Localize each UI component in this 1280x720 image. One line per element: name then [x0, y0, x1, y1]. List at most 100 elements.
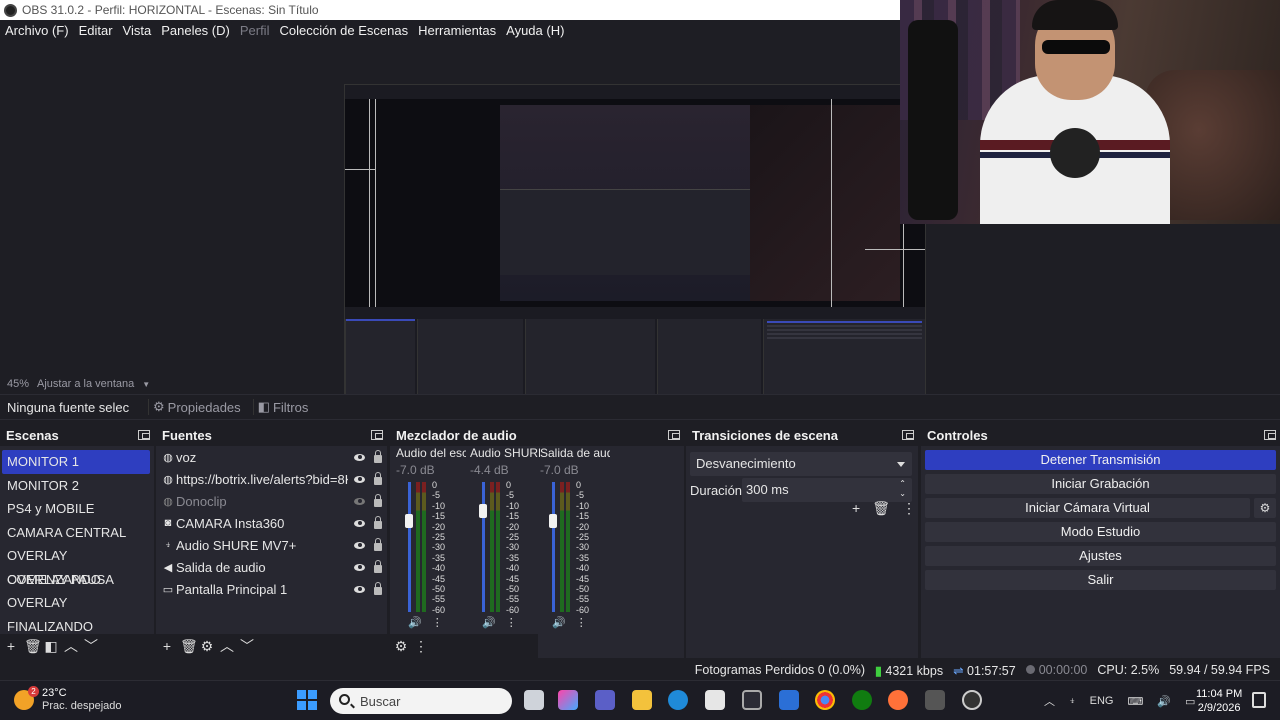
add-icon[interactable]: +	[4, 639, 18, 653]
scene-item-monitor-2[interactable]: MONITOR 2	[0, 474, 154, 498]
app-icon[interactable]	[925, 690, 945, 710]
obs-taskbar-icon[interactable]	[962, 690, 982, 710]
spin-arrows-icon[interactable]: ⌃ ⌄	[899, 479, 906, 499]
store-icon[interactable]	[705, 690, 725, 710]
eye-icon[interactable]	[354, 563, 365, 571]
more-icon[interactable]: ⋮	[432, 616, 443, 629]
source-item[interactable]: ◀ Salida de audio	[156, 556, 387, 578]
trash-icon[interactable]: 🗑	[180, 639, 198, 653]
add-icon[interactable]: +	[160, 639, 174, 653]
menu-paneles[interactable]: Paneles (D)	[161, 23, 230, 38]
preview-canvas[interactable]	[344, 84, 926, 411]
lock-icon[interactable]	[374, 560, 382, 573]
studio-mode-button[interactable]: Modo Estudio	[925, 522, 1276, 542]
source-item[interactable]: ◍ voz	[156, 446, 387, 468]
menu-ayuda[interactable]: Ayuda (H)	[506, 23, 564, 38]
network-icon[interactable]: ⌨	[1127, 695, 1143, 708]
lock-icon[interactable]	[374, 516, 382, 529]
lock-icon[interactable]	[374, 582, 382, 595]
scene-item-overlay-pausa[interactable]: OVERLAY PAUSA	[0, 568, 154, 592]
trash-icon[interactable]: 🗑	[24, 639, 42, 653]
chevron-down-icon[interactable]: ﹀	[240, 639, 254, 653]
volume-knob[interactable]	[549, 514, 557, 528]
volume-slider[interactable]	[552, 482, 555, 612]
properties-button[interactable]: ⚙ Propiedades	[148, 399, 245, 415]
chevron-down-icon[interactable]: ﹀	[84, 639, 98, 653]
filters-button[interactable]: ◧ Filtros	[252, 399, 313, 415]
volume-slider[interactable]	[408, 482, 411, 612]
undock-icon[interactable]	[668, 430, 680, 440]
source-item[interactable]: ▭ Pantalla Principal 1	[156, 578, 387, 600]
battery-icon[interactable]: ▭	[1185, 695, 1195, 708]
menu-perfil[interactable]: Perfil	[240, 23, 270, 38]
volume-knob[interactable]	[405, 514, 413, 528]
scene-item-ps4-mobile[interactable]: PS4 y MOBILE	[0, 497, 154, 521]
exit-button[interactable]: Salir	[925, 570, 1276, 590]
start-virtual-camera-button[interactable]: Iniciar Cámara Virtual	[925, 498, 1250, 518]
edge-icon[interactable]	[668, 690, 688, 710]
scene-item-overlay-comenzando[interactable]: OVERLAY COMENZANDO	[0, 544, 154, 587]
chevron-up-icon[interactable]: ︿	[64, 639, 78, 653]
undock-icon[interactable]	[138, 430, 150, 440]
more-icon[interactable]: ⋮	[576, 616, 587, 629]
more-icon[interactable]: ⋮	[506, 616, 517, 629]
task-view-icon[interactable]	[524, 690, 544, 710]
filter-icon[interactable]: ◧	[44, 639, 58, 653]
eye-icon[interactable]	[354, 585, 365, 593]
eye-icon[interactable]	[354, 453, 365, 461]
source-item[interactable]: ◙ CAMARA Insta360	[156, 512, 387, 534]
trash-icon[interactable]: 🗑	[872, 500, 890, 517]
app-icon[interactable]	[742, 690, 762, 710]
lock-icon[interactable]	[374, 494, 382, 507]
stop-stream-button[interactable]: Detener Transmisión	[925, 450, 1276, 470]
undock-icon[interactable]	[902, 430, 914, 440]
app-icon[interactable]	[779, 690, 799, 710]
source-item[interactable]: ⍖ Audio SHURE MV7+	[156, 534, 387, 556]
lock-icon[interactable]	[374, 450, 382, 463]
volume-icon[interactable]: 🔊	[1157, 695, 1171, 708]
start-recording-button[interactable]: Iniciar Grabación	[925, 474, 1276, 494]
lock-icon[interactable]	[374, 538, 382, 551]
weather-widget[interactable]: 2 23°C Prac. despejado	[14, 686, 122, 713]
microphone-icon[interactable]: ⍖	[1069, 695, 1076, 708]
virtual-camera-settings-icon[interactable]: ⚙	[1254, 498, 1276, 518]
eye-hidden-icon[interactable]	[354, 497, 365, 505]
duration-input[interactable]: 300 ms ⌃ ⌄	[742, 478, 912, 502]
file-explorer-icon[interactable]	[632, 690, 652, 710]
chevron-up-icon[interactable]: ︿	[1044, 693, 1055, 709]
taskbar-search[interactable]: Buscar	[330, 688, 512, 714]
menu-archivo[interactable]: Archivo (F)	[5, 23, 69, 38]
more-icon[interactable]: ⋮	[414, 639, 428, 653]
undock-icon[interactable]	[371, 430, 383, 440]
add-icon[interactable]: +	[852, 500, 860, 517]
fit-window-dropdown[interactable]: Ajustar a la ventana	[37, 378, 134, 390]
scene-item-monitor-1[interactable]: MONITOR 1	[2, 450, 150, 474]
volume-slider[interactable]	[482, 482, 485, 612]
eye-icon[interactable]	[354, 519, 365, 527]
volume-knob[interactable]	[479, 504, 487, 518]
xbox-icon[interactable]	[852, 690, 872, 710]
scene-item-overlay-finalizando[interactable]: OVERLAY FINALIZANDO	[0, 591, 154, 634]
more-icon[interactable]: ⋮	[902, 500, 916, 517]
notification-icon[interactable]	[1252, 692, 1266, 708]
menu-editar[interactable]: Editar	[79, 23, 113, 38]
gear-icon[interactable]: ⚙	[394, 639, 408, 653]
source-item[interactable]: ◍ https://botrix.live/alerts?bid=8Kw	[156, 468, 387, 490]
menu-herramientas[interactable]: Herramientas	[418, 23, 496, 38]
language-indicator[interactable]: ENG	[1090, 695, 1114, 707]
speaker-icon[interactable]: 🔊	[552, 616, 566, 629]
windows-start-icon[interactable]	[297, 690, 317, 710]
firefox-icon[interactable]	[888, 690, 908, 710]
chrome-icon[interactable]	[815, 690, 835, 710]
settings-button[interactable]: Ajustes	[925, 546, 1276, 566]
eye-icon[interactable]	[354, 541, 365, 549]
transition-select[interactable]: Desvanecimiento	[690, 452, 912, 476]
teams-icon[interactable]	[595, 690, 615, 710]
scene-item-camara-central[interactable]: CAMARA CENTRAL	[0, 521, 154, 545]
copilot-icon[interactable]	[558, 690, 578, 710]
source-item[interactable]: ◍ Donoclip	[156, 490, 387, 512]
lock-icon[interactable]	[374, 472, 382, 485]
speaker-icon[interactable]: 🔊	[482, 616, 496, 629]
chevron-down-icon[interactable]: ▼	[142, 380, 150, 389]
taskbar-clock[interactable]: 11:04 PM 2/9/2026	[1196, 687, 1242, 715]
